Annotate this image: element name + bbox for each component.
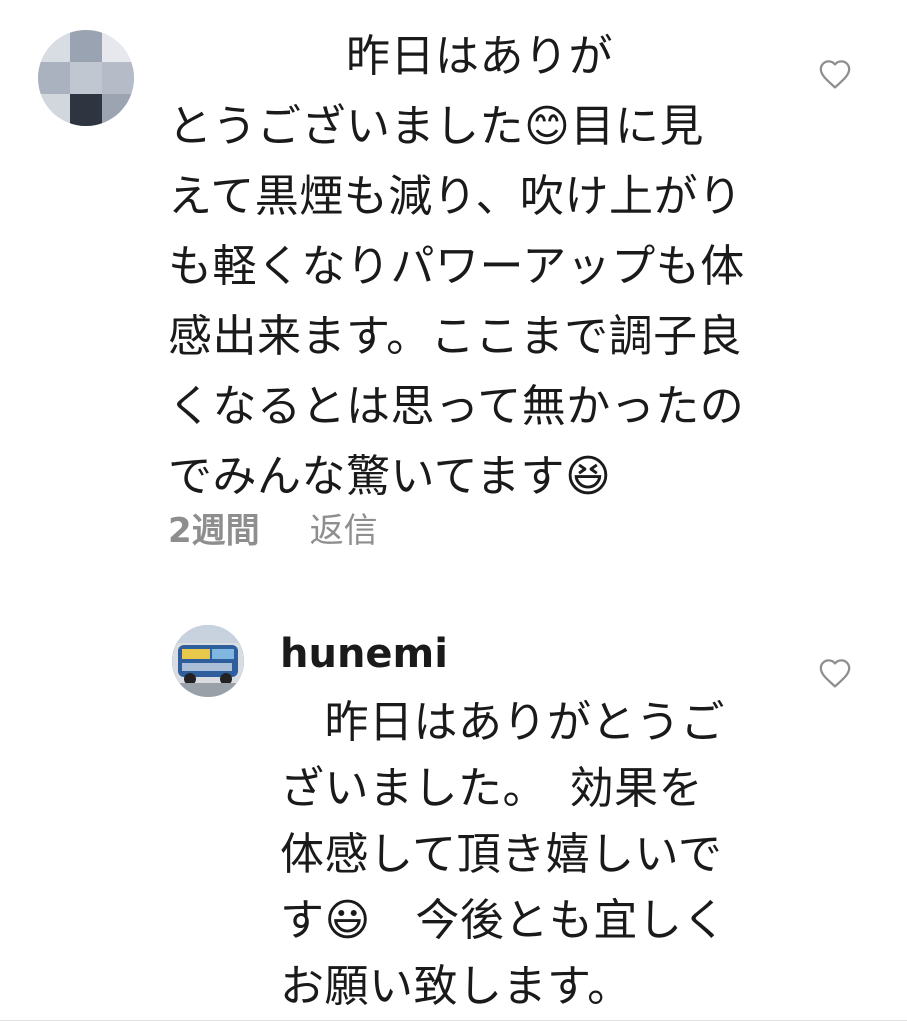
reply-avatar[interactable]	[172, 625, 244, 697]
comment-time: 2週間	[168, 511, 260, 551]
like-heart-icon[interactable]	[818, 657, 852, 689]
comment-meta: 2週間 返信	[168, 506, 378, 556]
comment-text: 昨日はありが とうございました😊目に見 えて黒煙も減り、吹け上がり も軽くなりパ…	[168, 31, 745, 502]
like-heart-icon[interactable]	[818, 58, 852, 90]
reply-button[interactable]: 返信	[310, 506, 378, 556]
avatar[interactable]	[38, 30, 134, 126]
comment-item: 昨日はありが とうございました😊目に見 えて黒煙も減り、吹け上がり も軽くなりパ…	[0, 0, 907, 600]
divider	[0, 1020, 907, 1021]
reply-username[interactable]: hunemi	[280, 626, 448, 682]
reply-text: 昨日はありがとうご ざいました。 効果を 体感して頂き嬉しいで す😃 今後とも宜…	[280, 697, 727, 1012]
